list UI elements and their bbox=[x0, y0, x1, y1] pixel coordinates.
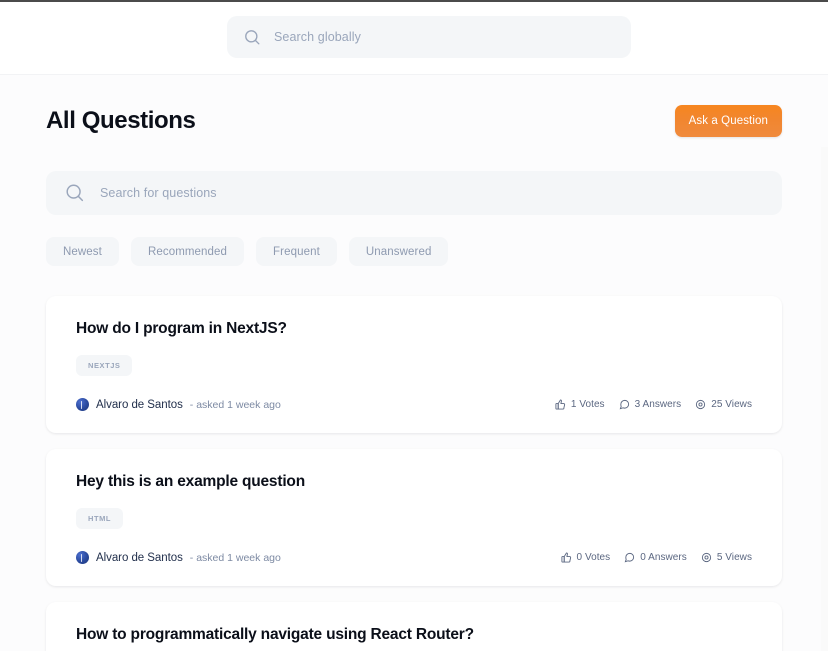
main-content: All Questions Ask a Question Search for … bbox=[0, 74, 828, 651]
author-name: Alvaro de Santos bbox=[96, 398, 183, 411]
question-tags: HTML bbox=[76, 508, 752, 529]
tag-pill[interactable]: HTML bbox=[76, 508, 124, 529]
search-icon bbox=[64, 182, 86, 204]
filter-tab-unanswered[interactable]: Unanswered bbox=[348, 237, 449, 266]
views-count: 5 Views bbox=[716, 552, 752, 563]
eye-icon bbox=[701, 552, 712, 563]
question-footer: Alvaro de Santos - asked 1 week ago bbox=[76, 551, 752, 564]
question-author[interactable]: Alvaro de Santos - asked 1 week ago bbox=[76, 398, 281, 411]
page-heading-row: All Questions Ask a Question bbox=[46, 101, 782, 141]
views-stat: 5 Views bbox=[701, 552, 752, 563]
user-avatar bbox=[76, 398, 89, 411]
views-count: 25 Views bbox=[711, 399, 752, 410]
votes-count: 0 Votes bbox=[576, 552, 611, 563]
eye-icon bbox=[695, 399, 706, 410]
global-search-bar[interactable]: Search globally bbox=[227, 16, 631, 58]
question-stats: 1 Votes 3 Answers 25 Views bbox=[555, 399, 752, 410]
votes-stat: 0 Votes bbox=[560, 552, 611, 563]
question-card[interactable]: How do I program in NextJS? NEXTJS Alvar… bbox=[46, 296, 782, 433]
answers-count: 0 Answers bbox=[640, 552, 687, 563]
search-icon bbox=[243, 28, 262, 47]
question-tags: NEXTJS bbox=[76, 355, 752, 376]
filter-tab-frequent[interactable]: Frequent bbox=[256, 237, 337, 266]
question-author[interactable]: Alvaro de Santos - asked 1 week ago bbox=[76, 551, 281, 564]
global-search-placeholder: Search globally bbox=[274, 30, 361, 44]
thumbs-up-icon bbox=[560, 552, 572, 563]
filter-tabs: Newest Recommended Frequent Unanswered bbox=[46, 237, 782, 266]
votes-stat: 1 Votes bbox=[555, 399, 605, 410]
question-footer: Alvaro de Santos - asked 1 week ago bbox=[76, 398, 752, 411]
tag-pill[interactable]: NEXTJS bbox=[76, 355, 133, 376]
question-list: How do I program in NextJS? NEXTJS Alvar… bbox=[46, 296, 782, 651]
question-title[interactable]: Hey this is an example question bbox=[76, 473, 752, 491]
answers-stat: 3 Answers bbox=[619, 399, 682, 410]
filter-tab-newest[interactable]: Newest bbox=[46, 237, 119, 266]
asked-timestamp: - asked 1 week ago bbox=[189, 551, 281, 564]
global-topbar: Search globally bbox=[0, 2, 828, 72]
ask-a-question-button[interactable]: Ask a Question bbox=[674, 105, 782, 137]
question-stats: 0 Votes 0 Answers 5 Views bbox=[560, 552, 753, 563]
question-card[interactable]: How to programmatically navigate using R… bbox=[46, 602, 782, 651]
question-title[interactable]: How to programmatically navigate using R… bbox=[76, 626, 752, 644]
question-card[interactable]: Hey this is an example question HTML Alv… bbox=[46, 449, 782, 586]
asked-timestamp: - asked 1 week ago bbox=[189, 398, 281, 411]
thumbs-up-icon bbox=[555, 399, 566, 410]
page-scrollbar[interactable] bbox=[821, 147, 828, 651]
comment-bubble-icon bbox=[624, 552, 635, 563]
question-search-placeholder: Search for questions bbox=[100, 186, 217, 200]
question-title[interactable]: How do I program in NextJS? bbox=[76, 320, 752, 338]
filter-tab-recommended[interactable]: Recommended bbox=[130, 237, 245, 266]
page-title: All Questions bbox=[46, 107, 196, 134]
votes-count: 1 Votes bbox=[570, 399, 605, 410]
views-stat: 25 Views bbox=[695, 399, 752, 410]
user-avatar bbox=[76, 551, 89, 564]
answers-stat: 0 Answers bbox=[624, 552, 687, 563]
comment-bubble-icon bbox=[619, 399, 630, 410]
app-root: Search globally All Questions Ask a Ques… bbox=[0, 0, 828, 651]
answers-count: 3 Answers bbox=[634, 399, 682, 410]
question-search-input[interactable]: Search for questions bbox=[46, 171, 782, 215]
author-name: Alvaro de Santos bbox=[96, 551, 183, 564]
